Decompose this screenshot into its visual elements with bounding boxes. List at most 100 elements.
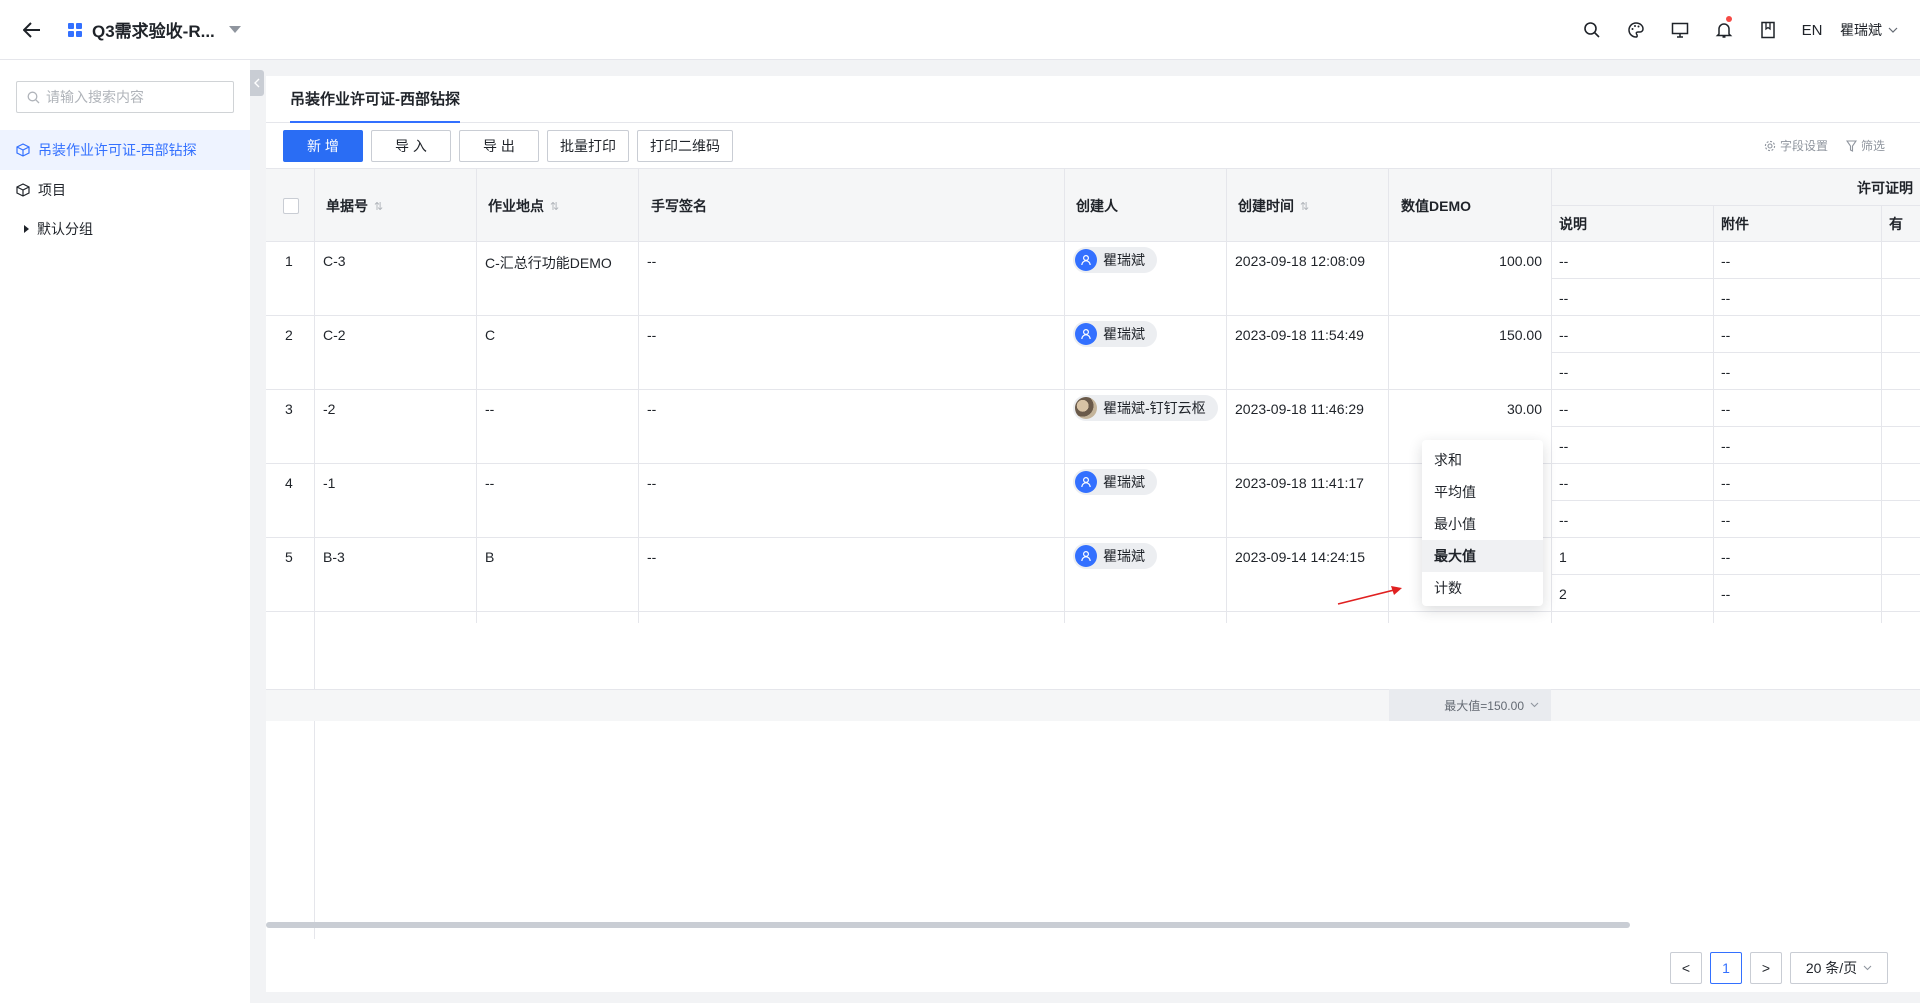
tab-bar: 吊装作业许可证-西部钻探: [266, 76, 1920, 123]
row-divider: [266, 463, 1920, 464]
cell-signature: --: [647, 253, 657, 269]
select-all-checkbox[interactable]: [283, 198, 299, 214]
column-header-doc-no[interactable]: 单据号 ⇅: [326, 196, 383, 216]
column-title: 作业地点: [488, 198, 544, 214]
monitor-icon[interactable]: [1658, 0, 1702, 60]
creator-chip[interactable]: 瞿瑞斌: [1073, 247, 1157, 273]
filter-link[interactable]: 筛选: [1846, 137, 1885, 154]
cell-location: C-汇总行功能DEMO: [485, 255, 612, 271]
row-index: 4: [285, 475, 293, 491]
col-divider: [1881, 205, 1882, 623]
cell-doc-no[interactable]: B-3: [323, 549, 345, 565]
page-size-select[interactable]: 20 条/页: [1790, 952, 1888, 984]
page-1-button[interactable]: 1: [1710, 952, 1742, 984]
row-index: 2: [285, 327, 293, 343]
cell-desc: --: [1559, 438, 1569, 454]
sort-icon[interactable]: ⇅: [550, 200, 559, 213]
sort-icon[interactable]: ⇅: [1300, 200, 1309, 213]
col-divider: [476, 169, 477, 623]
sidebar-item-project[interactable]: 项目: [0, 170, 250, 210]
cell-attachment: --: [1721, 401, 1731, 417]
sidebar-search-input[interactable]: 请输入搜索内容: [16, 81, 234, 113]
column-header-numeric-demo[interactable]: 数值DEMO: [1401, 196, 1471, 216]
row-index: 1: [285, 253, 293, 269]
cell-doc-no[interactable]: -2: [323, 401, 335, 417]
user-menu[interactable]: 瞿瑞斌: [1840, 20, 1898, 40]
column-header-attachment[interactable]: 附件: [1721, 214, 1749, 234]
search-icon[interactable]: [1570, 0, 1614, 60]
data-table: 单据号 ⇅ 作业地点 ⇅ 手写签名 创建人 创建时间 ⇅ 数值DEMO 许可证明 说明…: [266, 169, 1920, 939]
cell-signature: --: [647, 475, 657, 491]
cell-signature: --: [647, 327, 657, 343]
creator-chip[interactable]: 瞿瑞斌: [1073, 321, 1157, 347]
language-switch[interactable]: EN: [1790, 22, 1834, 39]
creator-chip[interactable]: 瞿瑞斌: [1073, 543, 1157, 569]
creator-chip[interactable]: 瞿瑞斌: [1073, 469, 1157, 495]
prev-page-button[interactable]: <: [1670, 952, 1702, 984]
palette-icon[interactable]: [1614, 0, 1658, 60]
cell-desc: --: [1559, 253, 1569, 269]
column-title: 有: [1889, 216, 1903, 232]
column-header-desc[interactable]: 说明: [1559, 214, 1587, 234]
export-button[interactable]: 导 出: [459, 130, 539, 162]
horizontal-scrollbar[interactable]: [266, 922, 1630, 928]
sidebar-group-default[interactable]: 默认分组: [0, 209, 250, 249]
cell-desc: --: [1559, 327, 1569, 343]
column-header-location[interactable]: 作业地点 ⇅: [488, 196, 559, 216]
bookmark-icon[interactable]: [1746, 0, 1790, 60]
creator-name: 瞿瑞斌: [1103, 326, 1145, 342]
chevron-left-icon: [254, 78, 260, 88]
cell-doc-no[interactable]: -1: [323, 475, 335, 491]
cell-desc: --: [1559, 512, 1569, 528]
page-size-value: 20 条/页: [1805, 960, 1858, 976]
search-placeholder: 请输入搜索内容: [46, 89, 144, 105]
column-header-signature[interactable]: 手写签名: [651, 196, 707, 216]
menu-item-max[interactable]: 最大值: [1422, 540, 1543, 572]
cell-desc: 1: [1559, 549, 1567, 565]
back-arrow-icon[interactable]: [20, 18, 44, 42]
summary-cell-numeric[interactable]: 最大值=150.00: [1389, 689, 1551, 721]
cell-numeric-value: 30.00: [1506, 401, 1542, 417]
row-divider: [266, 611, 1920, 612]
creator-chip[interactable]: 瞿瑞斌-钉钉云枢: [1073, 395, 1218, 421]
column-header-created-time[interactable]: 创建时间 ⇅: [1238, 196, 1309, 216]
sort-icon[interactable]: ⇅: [374, 200, 383, 213]
cell-doc-no[interactable]: C-3: [323, 253, 346, 269]
add-button[interactable]: 新 增: [283, 130, 363, 162]
menu-item-count[interactable]: 计数: [1422, 572, 1543, 604]
top-bar: Q3需求验收-R... EN 瞿瑞斌: [0, 0, 1920, 60]
notification-bell-icon[interactable]: [1702, 0, 1746, 60]
user-avatar-icon: [1075, 545, 1097, 567]
sidebar-collapse-button[interactable]: [250, 70, 264, 96]
cell-attachment: --: [1721, 364, 1731, 380]
column-header-creator[interactable]: 创建人: [1076, 196, 1118, 216]
cell-attachment: --: [1721, 586, 1731, 602]
column-title: 许可证明: [1857, 180, 1913, 196]
print-qr-button[interactable]: 打印二维码: [637, 130, 733, 162]
sub-row-divider: [1551, 426, 1920, 427]
col-divider: [1064, 169, 1065, 623]
cell-numeric-value: 150.00: [1499, 327, 1542, 343]
creator-name: 瞿瑞斌-钉钉云枢: [1103, 400, 1206, 416]
app-title[interactable]: Q3需求验收-R...: [92, 17, 215, 42]
cell-attachment: --: [1721, 327, 1731, 343]
sidebar-item-lifting-permit[interactable]: 吊装作业许可证-西部钻探: [0, 130, 250, 170]
import-button[interactable]: 导 入: [371, 130, 451, 162]
row-divider: [266, 537, 1920, 538]
cell-doc-no[interactable]: C-2: [323, 327, 346, 343]
main-panel: 吊装作业许可证-西部钻探 新 增 导 入 导 出 批量打印 打印二维码 字段设置…: [266, 76, 1920, 992]
menu-item-average[interactable]: 平均值: [1422, 476, 1543, 508]
notification-dot: [1726, 16, 1732, 22]
menu-item-sum[interactable]: 求和: [1422, 444, 1543, 476]
app-switch-caret-icon[interactable]: [228, 26, 241, 33]
column-header-extra[interactable]: 有: [1889, 214, 1903, 234]
user-name: 瞿瑞斌: [1840, 22, 1882, 38]
next-page-button[interactable]: >: [1750, 952, 1782, 984]
tab-lifting-permit[interactable]: 吊装作业许可证-西部钻探: [290, 76, 460, 123]
summary-row: [266, 689, 1920, 721]
menu-item-min[interactable]: 最小值: [1422, 508, 1543, 540]
batch-print-button[interactable]: 批量打印: [547, 130, 629, 162]
cell-created-time: 2023-09-14 14:24:15: [1235, 549, 1365, 565]
field-settings-link[interactable]: 字段设置: [1764, 137, 1828, 154]
creator-name: 瞿瑞斌: [1103, 252, 1145, 268]
